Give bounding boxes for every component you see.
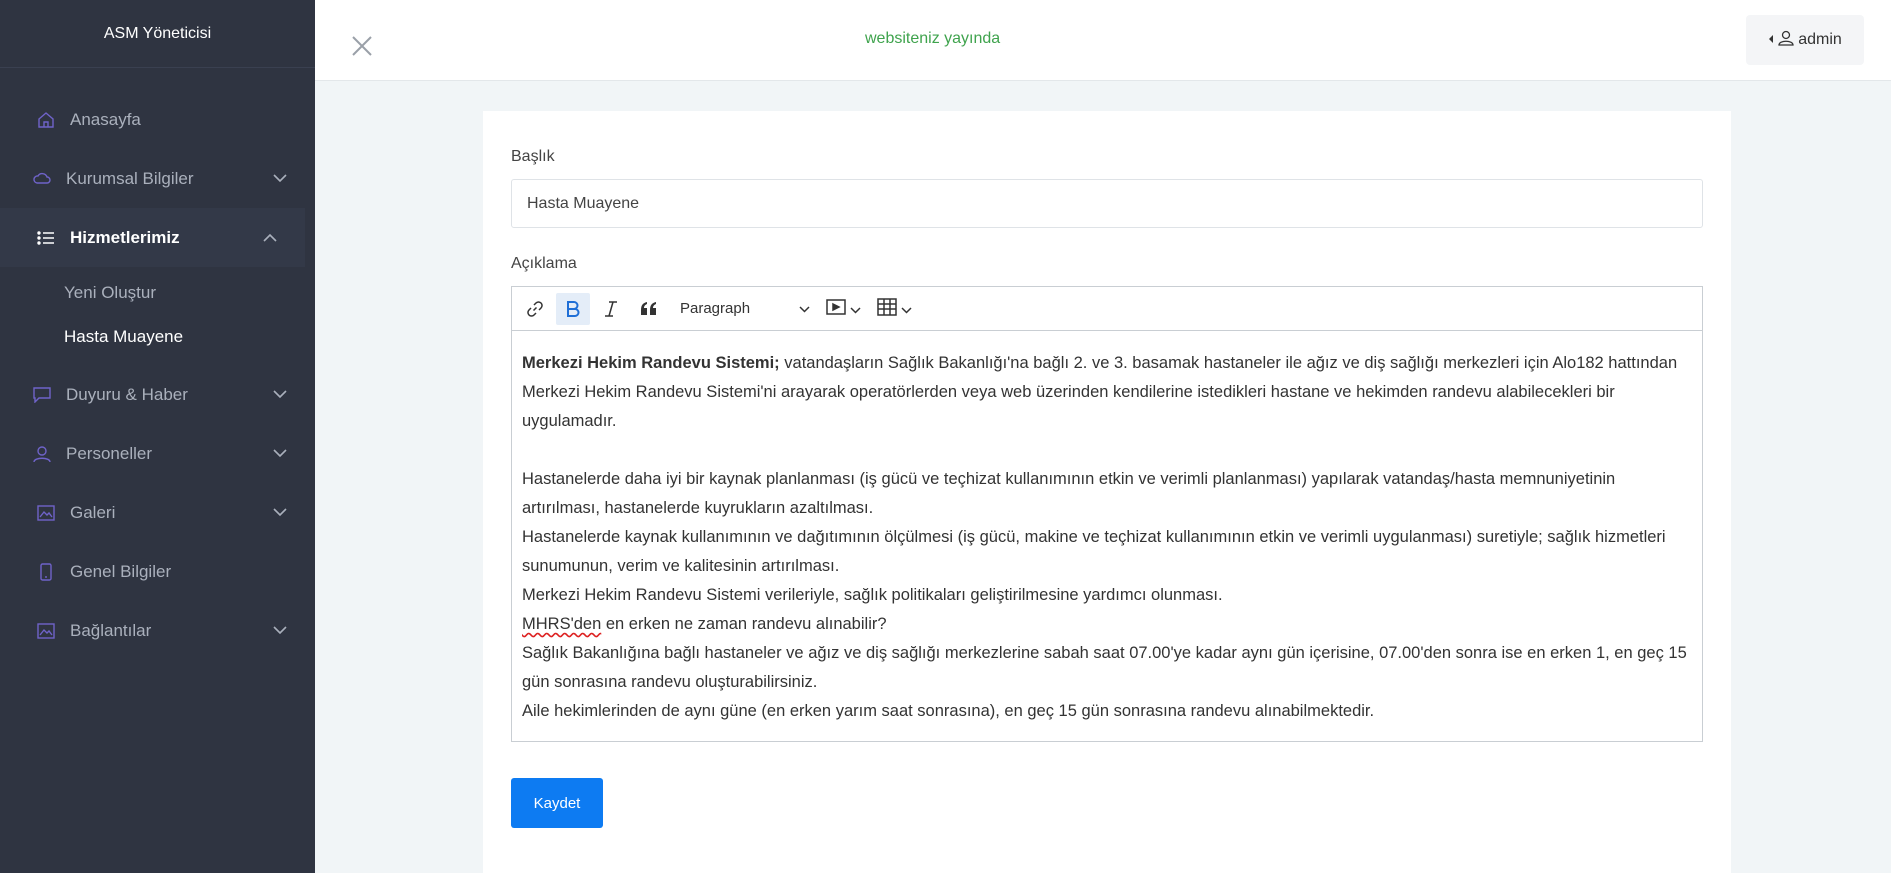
content-paragraph: Aile hekimlerinden de aynı güne (en erke…: [522, 702, 1375, 720]
media-embed-dropdown[interactable]: [820, 293, 867, 325]
paragraph-format-value: Paragraph: [680, 300, 751, 317]
sidebar-item-label: Personeller: [66, 443, 152, 463]
sidebar-subitem-hasta-muayene[interactable]: Hasta Muayene: [64, 315, 315, 359]
title-label: Başlık: [511, 148, 555, 165]
save-button[interactable]: Kaydet: [511, 778, 603, 828]
sidebar-item-duyuru-haber[interactable]: Duyuru & Haber: [0, 365, 315, 424]
sidebar-subitem-yeni-olustur[interactable]: Yeni Oluştur: [64, 271, 315, 315]
chat-icon: [32, 385, 52, 405]
phone-icon: [36, 562, 56, 582]
link-icon[interactable]: [518, 293, 552, 325]
chevron-down-icon: [273, 388, 287, 402]
home-icon: [36, 110, 56, 130]
chevron-down-icon: [901, 299, 912, 318]
content-paragraph: Merkezi Hekim Randevu Sistemi verileriyl…: [522, 586, 1223, 604]
content-paragraph: Hastanelerde daha iyi bir kaynak planlan…: [522, 470, 1616, 517]
sidebar-item-genel-bilgiler[interactable]: Genel Bilgiler: [0, 542, 315, 601]
list-icon: [36, 228, 56, 248]
content-empty-line: [522, 436, 1692, 465]
sidebar-item-label: Duyuru & Haber: [66, 384, 188, 404]
chevron-up-icon: [263, 231, 277, 245]
paragraph-format-select[interactable]: Paragraph: [670, 293, 816, 325]
description-label: Açıklama: [511, 255, 577, 272]
image-icon: [36, 621, 56, 641]
edit-service-card: Başlık Açıklama Paragraph: [483, 111, 1731, 873]
admin-menu-button[interactable]: admin: [1746, 15, 1864, 65]
content-text: en erken ne zaman randevu alınabilir?: [601, 615, 887, 633]
sidebar-item-label: Hizmetlerimiz: [70, 227, 180, 247]
title-input[interactable]: [511, 179, 1703, 228]
chevron-down-icon: [273, 172, 287, 186]
brand: ASM Yöneticisi: [0, 0, 315, 68]
italic-icon[interactable]: [594, 293, 628, 325]
content-bold-text: Merkezi Hekim Randevu Sistemi;: [522, 354, 780, 372]
table-icon: [877, 297, 897, 320]
sidebar-item-personeller[interactable]: Personeller: [0, 424, 315, 483]
sidebar-nav: Anasayfa Kurumsal Bilgiler Hizmetlerimiz…: [0, 68, 315, 660]
sidebar-item-label: Galeri: [70, 502, 116, 522]
content-paragraph: MHRS'den en erken ne zaman randevu alına…: [522, 610, 1692, 639]
sidebar-item-label: Kurumsal Bilgiler: [66, 168, 194, 188]
brand-title: ASM Yöneticisi: [103, 24, 212, 42]
bold-icon[interactable]: [556, 292, 590, 325]
close-icon[interactable]: [350, 34, 374, 58]
editor-content[interactable]: Merkezi Hekim Randevu Sistemi; vatandaşl…: [512, 331, 1702, 726]
caret-left-icon: [1768, 31, 1774, 49]
chevron-down-icon: [850, 299, 861, 318]
sidebar-item-baglantilar[interactable]: Bağlantılar: [0, 601, 315, 660]
site-status-text: websiteniz yayında: [865, 30, 1001, 47]
spellcheck-word: MHRS'den: [522, 615, 602, 633]
sidebar-submenu: Yeni Oluştur Hasta Muayene: [0, 267, 315, 365]
chevron-down-icon: [799, 300, 810, 317]
chevron-down-icon: [273, 447, 287, 461]
content-paragraph: Hastanelerde kaynak kullanımının ve dağı…: [522, 528, 1666, 575]
insert-table-dropdown[interactable]: [871, 293, 918, 325]
sidebar-item-label: Bağlantılar: [70, 620, 152, 640]
sidebar-item-galeri[interactable]: Galeri: [0, 483, 315, 542]
sidebar-item-label: Genel Bilgiler: [70, 561, 172, 581]
admin-username: admin: [1798, 31, 1842, 48]
blockquote-icon[interactable]: [632, 293, 666, 325]
sidebar-item-anasayfa[interactable]: Anasayfa: [0, 90, 315, 149]
media-embed-icon: [826, 298, 846, 319]
user-icon: [32, 444, 52, 464]
sidebar: ASM Yöneticisi Anasayfa Kurumsal Bilgile…: [0, 0, 315, 873]
image-icon: [36, 503, 56, 523]
content-paragraph: Sağlık Bakanlığına bağlı hastaneler ve a…: [522, 644, 1687, 691]
editor-toolbar: Paragraph: [512, 287, 1702, 331]
top-header: websiteniz yayında admin: [315, 0, 1891, 81]
user-icon: [1778, 30, 1794, 51]
sidebar-item-label: Anasayfa: [70, 109, 141, 129]
content-paragraph: Merkezi Hekim Randevu Sistemi; vatandaşl…: [522, 349, 1692, 436]
sidebar-item-hizmetlerimiz[interactable]: Hizmetlerimiz: [0, 208, 305, 267]
rich-text-editor: Paragraph Merkezi Hekim Randevu Sistemi;…: [511, 286, 1703, 742]
sidebar-item-kurumsal-bilgiler[interactable]: Kurumsal Bilgiler: [0, 149, 315, 208]
cloud-icon: [32, 169, 52, 189]
chevron-down-icon: [273, 506, 287, 520]
chevron-down-icon: [273, 624, 287, 638]
